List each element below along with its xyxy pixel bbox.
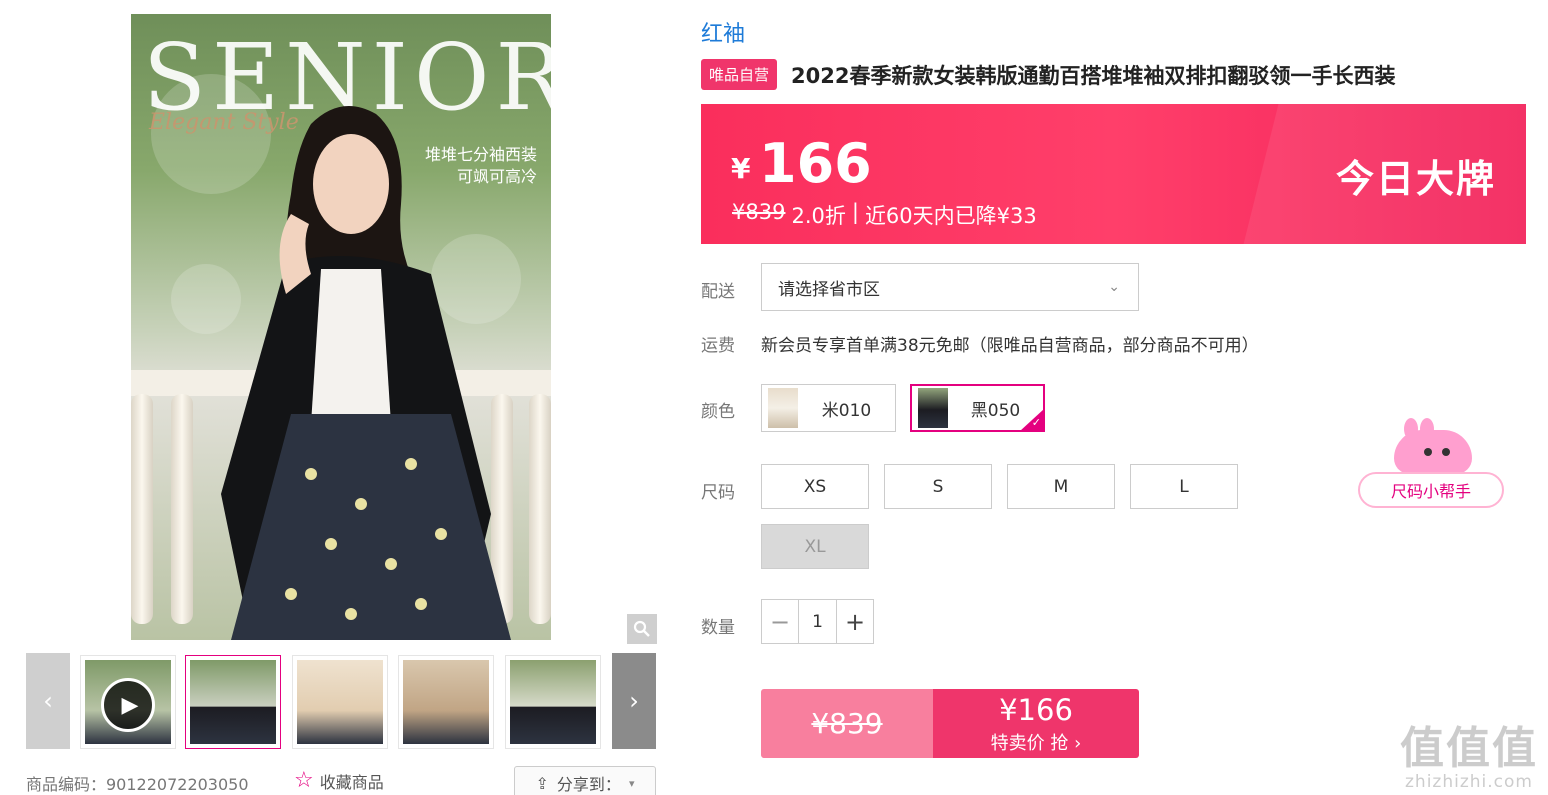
site-watermark: 值值值 zhizhizhi.com	[1400, 712, 1538, 792]
price-drop-note: 近60天内已降¥33	[864, 204, 1037, 228]
balcony-baluster	[131, 394, 153, 624]
thumbnail-video[interactable]: ▶	[80, 655, 176, 749]
chevron-right-icon: ›	[629, 687, 639, 715]
mascot-icon	[1394, 418, 1472, 474]
size-option-disabled: XL	[761, 524, 869, 569]
favorite-button[interactable]: ☆ 收藏商品	[294, 768, 384, 793]
chevron-left-icon: ‹	[43, 687, 53, 715]
thumbnail-image	[190, 660, 276, 744]
model-figure	[221, 106, 511, 640]
watermark-logo: 值值值	[1400, 723, 1538, 774]
checkmark-icon: ✓	[1031, 416, 1041, 429]
color-swatch	[918, 388, 948, 428]
thumbnail-item[interactable]	[185, 655, 281, 749]
thumbnail-item[interactable]	[505, 655, 601, 749]
promo-logo: 今日大牌	[1335, 157, 1496, 201]
thumbnail-image	[403, 660, 489, 744]
price-details: ¥839 2.0折 | 近60天内已降¥33	[732, 200, 1037, 230]
sale-price: 166	[759, 132, 872, 195]
thumbnail-prev-button[interactable]: ‹	[26, 653, 70, 749]
price-separator: |	[851, 200, 859, 224]
delivery-label: 配送	[701, 282, 735, 302]
region-select[interactable]: 请选择省市区 ⌄	[761, 263, 1139, 311]
quantity-stepper: − 1 +	[761, 599, 874, 644]
color-option[interactable]: 米010	[761, 384, 896, 432]
buy-action-label: 特卖价 抢 ›	[990, 732, 1082, 754]
product-title: 2022春季新款女装韩版通勤百搭堆堆袖双排扣翻驳领一手长西装	[791, 63, 1396, 88]
quantity-label: 数量	[701, 618, 735, 638]
magnifier-icon[interactable]	[627, 614, 657, 644]
main-product-image[interactable]: SENIOR Elegant Style 堆堆七分袖西装 可飒可高冷	[131, 14, 551, 640]
mascot-ear	[1420, 418, 1434, 440]
price-currency: ¥	[731, 152, 751, 185]
thumbnail-strip: ‹ ▶ ›	[26, 653, 656, 749]
favorite-label: 收藏商品	[319, 772, 384, 792]
buy-original-price: ¥839	[761, 689, 933, 758]
share-label: 分享到：	[556, 775, 621, 794]
price-banner: ¥ 166 ¥839 2.0折 | 近60天内已降¥33 今日大牌	[701, 104, 1526, 244]
magnifier-icon-glyph	[633, 620, 650, 637]
size-helper-button[interactable]: 尺码小帮手	[1358, 418, 1506, 510]
size-option[interactable]: M	[1007, 464, 1115, 509]
balcony-baluster	[529, 394, 551, 624]
color-label: 颜色	[701, 402, 735, 422]
region-select-value: 请选择省市区	[778, 279, 880, 300]
quantity-plus-button[interactable]: +	[837, 600, 873, 643]
share-button[interactable]: ⇪ 分享到： ▾	[514, 766, 656, 795]
item-code: 商品编码：90122072203050	[26, 775, 249, 794]
quantity-minus-button[interactable]: −	[762, 600, 798, 643]
size-option[interactable]: L	[1130, 464, 1238, 509]
buy-button[interactable]: ¥839 ¥166 特卖价 抢 ›	[761, 689, 1139, 758]
freight-label: 运费	[701, 336, 735, 356]
thumbnail-image	[510, 660, 596, 744]
size-label: 尺码	[701, 483, 735, 503]
title-row: 唯品自营 2022春季新款女装韩版通勤百搭堆堆袖双排扣翻驳领一手长西装	[701, 59, 1395, 90]
mascot-ear	[1404, 418, 1418, 440]
play-icon[interactable]: ▶	[101, 678, 155, 732]
thumbnail-item[interactable]	[292, 655, 388, 749]
watermark-domain: zhizhizhi.com	[1405, 772, 1533, 792]
thumbnail-image	[297, 660, 383, 744]
self-operated-badge: 唯品自营	[701, 59, 778, 90]
buy-sale-section: ¥166 特卖价 抢 ›	[933, 689, 1139, 758]
color-swatch	[768, 388, 798, 428]
buy-sale-price: ¥166	[999, 692, 1073, 727]
color-option-label: 米010	[821, 400, 872, 421]
brand-link[interactable]: 红袖	[701, 16, 745, 48]
discount-rate: 2.0折	[791, 204, 846, 228]
thumbnail-next-button[interactable]: ›	[612, 653, 656, 749]
mascot-eye	[1424, 448, 1432, 456]
chevron-down-icon: ⌄	[1108, 279, 1120, 295]
quantity-input[interactable]: 1	[798, 600, 837, 643]
original-price: ¥839	[732, 200, 786, 224]
color-option-selected[interactable]: 黑050 ✓	[910, 384, 1045, 432]
size-helper-label: 尺码小帮手	[1358, 472, 1504, 508]
chevron-down-icon: ▾	[628, 776, 635, 790]
star-icon: ☆	[294, 768, 314, 793]
share-icon: ⇪	[535, 773, 549, 793]
thumbnail-item[interactable]	[398, 655, 494, 749]
size-option[interactable]: XS	[761, 464, 869, 509]
mascot-eye	[1442, 448, 1450, 456]
balcony-baluster	[171, 394, 193, 624]
freight-text: 新会员专享首单满38元免邮（限唯品自营商品，部分商品不可用）	[761, 336, 1259, 356]
size-option[interactable]: S	[884, 464, 992, 509]
